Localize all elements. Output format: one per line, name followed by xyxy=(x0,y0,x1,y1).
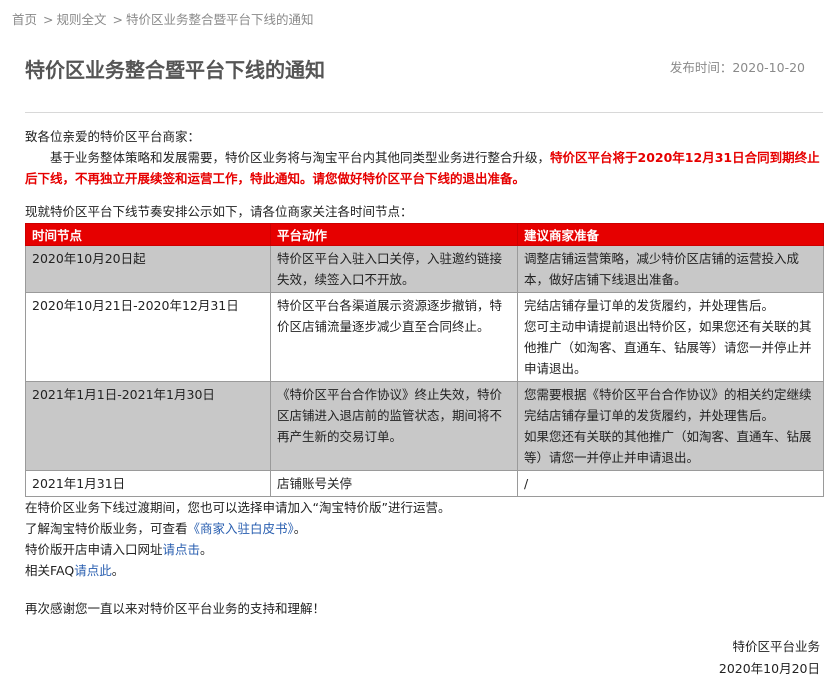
title-divider xyxy=(25,112,823,113)
schedule-table: 时间节点 平台动作 建议商家准备 2020年10月20日起 特价区平台入驻入口关… xyxy=(25,223,824,497)
prep-text: 您可主动申请提前退出特价区，如果您还有关联的其他推广（如淘客、直通车、钻展等）请… xyxy=(524,319,812,376)
table-row: 2021年1月1日-2021年1月30日 《特价区平台合作协议》终止失效，特价区… xyxy=(25,381,824,471)
faq-prefix: 相关FAQ xyxy=(25,563,75,578)
prep-cell: / xyxy=(517,470,824,497)
table-header-row: 时间节点 平台动作 建议商家准备 xyxy=(25,223,824,246)
schedule-intro: 现就特价区平台下线节奏安排公示如下，请各位商家关注各时间节点： xyxy=(25,204,413,219)
action-cell: 特价区平台入驻入口关停，入驻邀约链接失效，续签入口不开放。 xyxy=(270,245,518,293)
intro-text: 基于业务整体策略和发展需要，特价区业务将与淘宝平台内其他同类型业务进行整合升级， xyxy=(50,150,551,165)
intro-paragraph: 基于业务整体策略和发展需要，特价区业务将与淘宝平台内其他同类型业务进行整合升级，… xyxy=(25,147,823,189)
apply-prefix: 特价版开店申请入口网址 xyxy=(25,542,163,557)
apply-link[interactable]: 请点击 xyxy=(163,542,201,557)
breadcrumb-rules-link[interactable]: 规则全文 xyxy=(57,12,107,27)
page-title: 特价区业务整合暨平台下线的通知 xyxy=(25,58,325,82)
apply-line: 特价版开店申请入口网址请点击。 xyxy=(25,539,823,560)
transition-note: 在特价区业务下线过渡期间，您也可以选择申请加入“淘宝特价版”进行运营。 xyxy=(25,500,451,515)
col-header-time: 时间节点 xyxy=(25,223,271,246)
action-cell: 店铺账号关停 xyxy=(270,470,518,497)
table-row: 2020年10月20日起 特价区平台入驻入口关停，入驻邀约链接失效，续签入口不开… xyxy=(25,245,824,293)
time-cell: 2021年1月31日 xyxy=(25,470,271,497)
prep-text: / xyxy=(524,476,529,491)
time-cell: 2021年1月1日-2021年1月30日 xyxy=(25,381,271,471)
prep-cell: 完结店铺存量订单的发货履约，并处理售后。您可主动申请提前退出特价区，如果您还有关… xyxy=(517,292,824,382)
publish-time: 发布时间：2020-10-20 xyxy=(670,57,805,76)
learn-more-line: 了解淘宝特价版业务，可查看《商家入驻白皮书》。 xyxy=(25,518,823,539)
signature-org: 特价区平台业务 xyxy=(732,639,820,654)
publish-label: 发布时间： xyxy=(669,60,733,75)
learn-suffix: 。 xyxy=(293,521,307,536)
action-text: 《特价区平台合作协议》终止失效，特价区店铺进入退店前的监管状态，期间将不再产生新… xyxy=(277,387,503,444)
signature-date: 2020年10月20日 xyxy=(718,661,820,676)
action-text: 特价区平台各渠道展示资源逐步撤销，特价区店铺流量逐步减少直至合同终止。 xyxy=(277,298,503,334)
col-header-action: 平台动作 xyxy=(270,223,518,246)
notice-content: 致各位亲爱的特价区平台商家： 基于业务整体策略和发展需要，特价区业务将与淘宝平台… xyxy=(25,126,824,619)
breadcrumb-separator: > xyxy=(112,12,123,27)
action-text: 特价区平台入驻入口关停，入驻邀约链接失效，续签入口不开放。 xyxy=(277,251,503,287)
action-cell: 《特价区平台合作协议》终止失效，特价区店铺进入退店前的监管状态，期间将不再产生新… xyxy=(270,381,518,471)
action-text: 店铺账号关停 xyxy=(277,476,353,491)
time-cell: 2020年10月21日-2020年12月31日 xyxy=(25,292,271,382)
prep-text: 您需要根据《特价区平台合作协议》的相关约定继续完结店铺存量订单的发货履约，并处理… xyxy=(524,387,812,423)
apply-suffix: 。 xyxy=(200,542,213,557)
breadcrumb-current: 特价区业务整合暨平台下线的通知 xyxy=(126,12,314,27)
prep-text: 如果您还有关联的其他推广（如淘客、直通车、钻展等）请您一并停止并申请退出。 xyxy=(524,429,812,465)
publish-date: 2020-10-20 xyxy=(732,60,805,75)
prep-text: 完结店铺存量订单的发货履约，并处理售后。 xyxy=(524,298,775,313)
faq-suffix: 。 xyxy=(111,563,125,578)
time-cell: 2020年10月20日起 xyxy=(25,245,271,293)
prep-cell: 您需要根据《特价区平台合作协议》的相关约定继续完结店铺存量订单的发货履约，并处理… xyxy=(517,381,824,471)
greeting: 致各位亲爱的特价区平台商家： xyxy=(25,129,201,144)
prep-text: 调整店铺运营策略，减少特价区店铺的运营投入成本，做好店铺下线退出准备。 xyxy=(524,251,800,287)
faq-line: 相关FAQ请点此。 xyxy=(25,560,823,581)
breadcrumb-home-link[interactable]: 首页 xyxy=(12,12,37,27)
thanks-line: 再次感谢您一直以来对特价区平台业务的支持和理解！ xyxy=(25,601,326,616)
whitepaper-link[interactable]: 《商家入驻白皮书》 xyxy=(188,521,294,536)
table-row: 2021年1月31日 店铺账号关停 / xyxy=(25,470,824,497)
prep-cell: 调整店铺运营策略，减少特价区店铺的运营投入成本，做好店铺下线退出准备。 xyxy=(517,245,824,293)
signature: 特价区平台业务 2020年10月20日 xyxy=(719,636,820,680)
action-cell: 特价区平台各渠道展示资源逐步撤销，特价区店铺流量逐步减少直至合同终止。 xyxy=(270,292,518,382)
col-header-prep: 建议商家准备 xyxy=(517,223,824,246)
breadcrumb-separator: > xyxy=(43,12,54,27)
breadcrumb: 首页 > 规则全文 > 特价区业务整合暨平台下线的通知 xyxy=(12,9,314,28)
table-row: 2020年10月21日-2020年12月31日 特价区平台各渠道展示资源逐步撤销… xyxy=(25,292,824,382)
learn-prefix: 了解淘宝特价版业务，可查看 xyxy=(25,521,188,536)
faq-link[interactable]: 请点此 xyxy=(74,563,112,578)
